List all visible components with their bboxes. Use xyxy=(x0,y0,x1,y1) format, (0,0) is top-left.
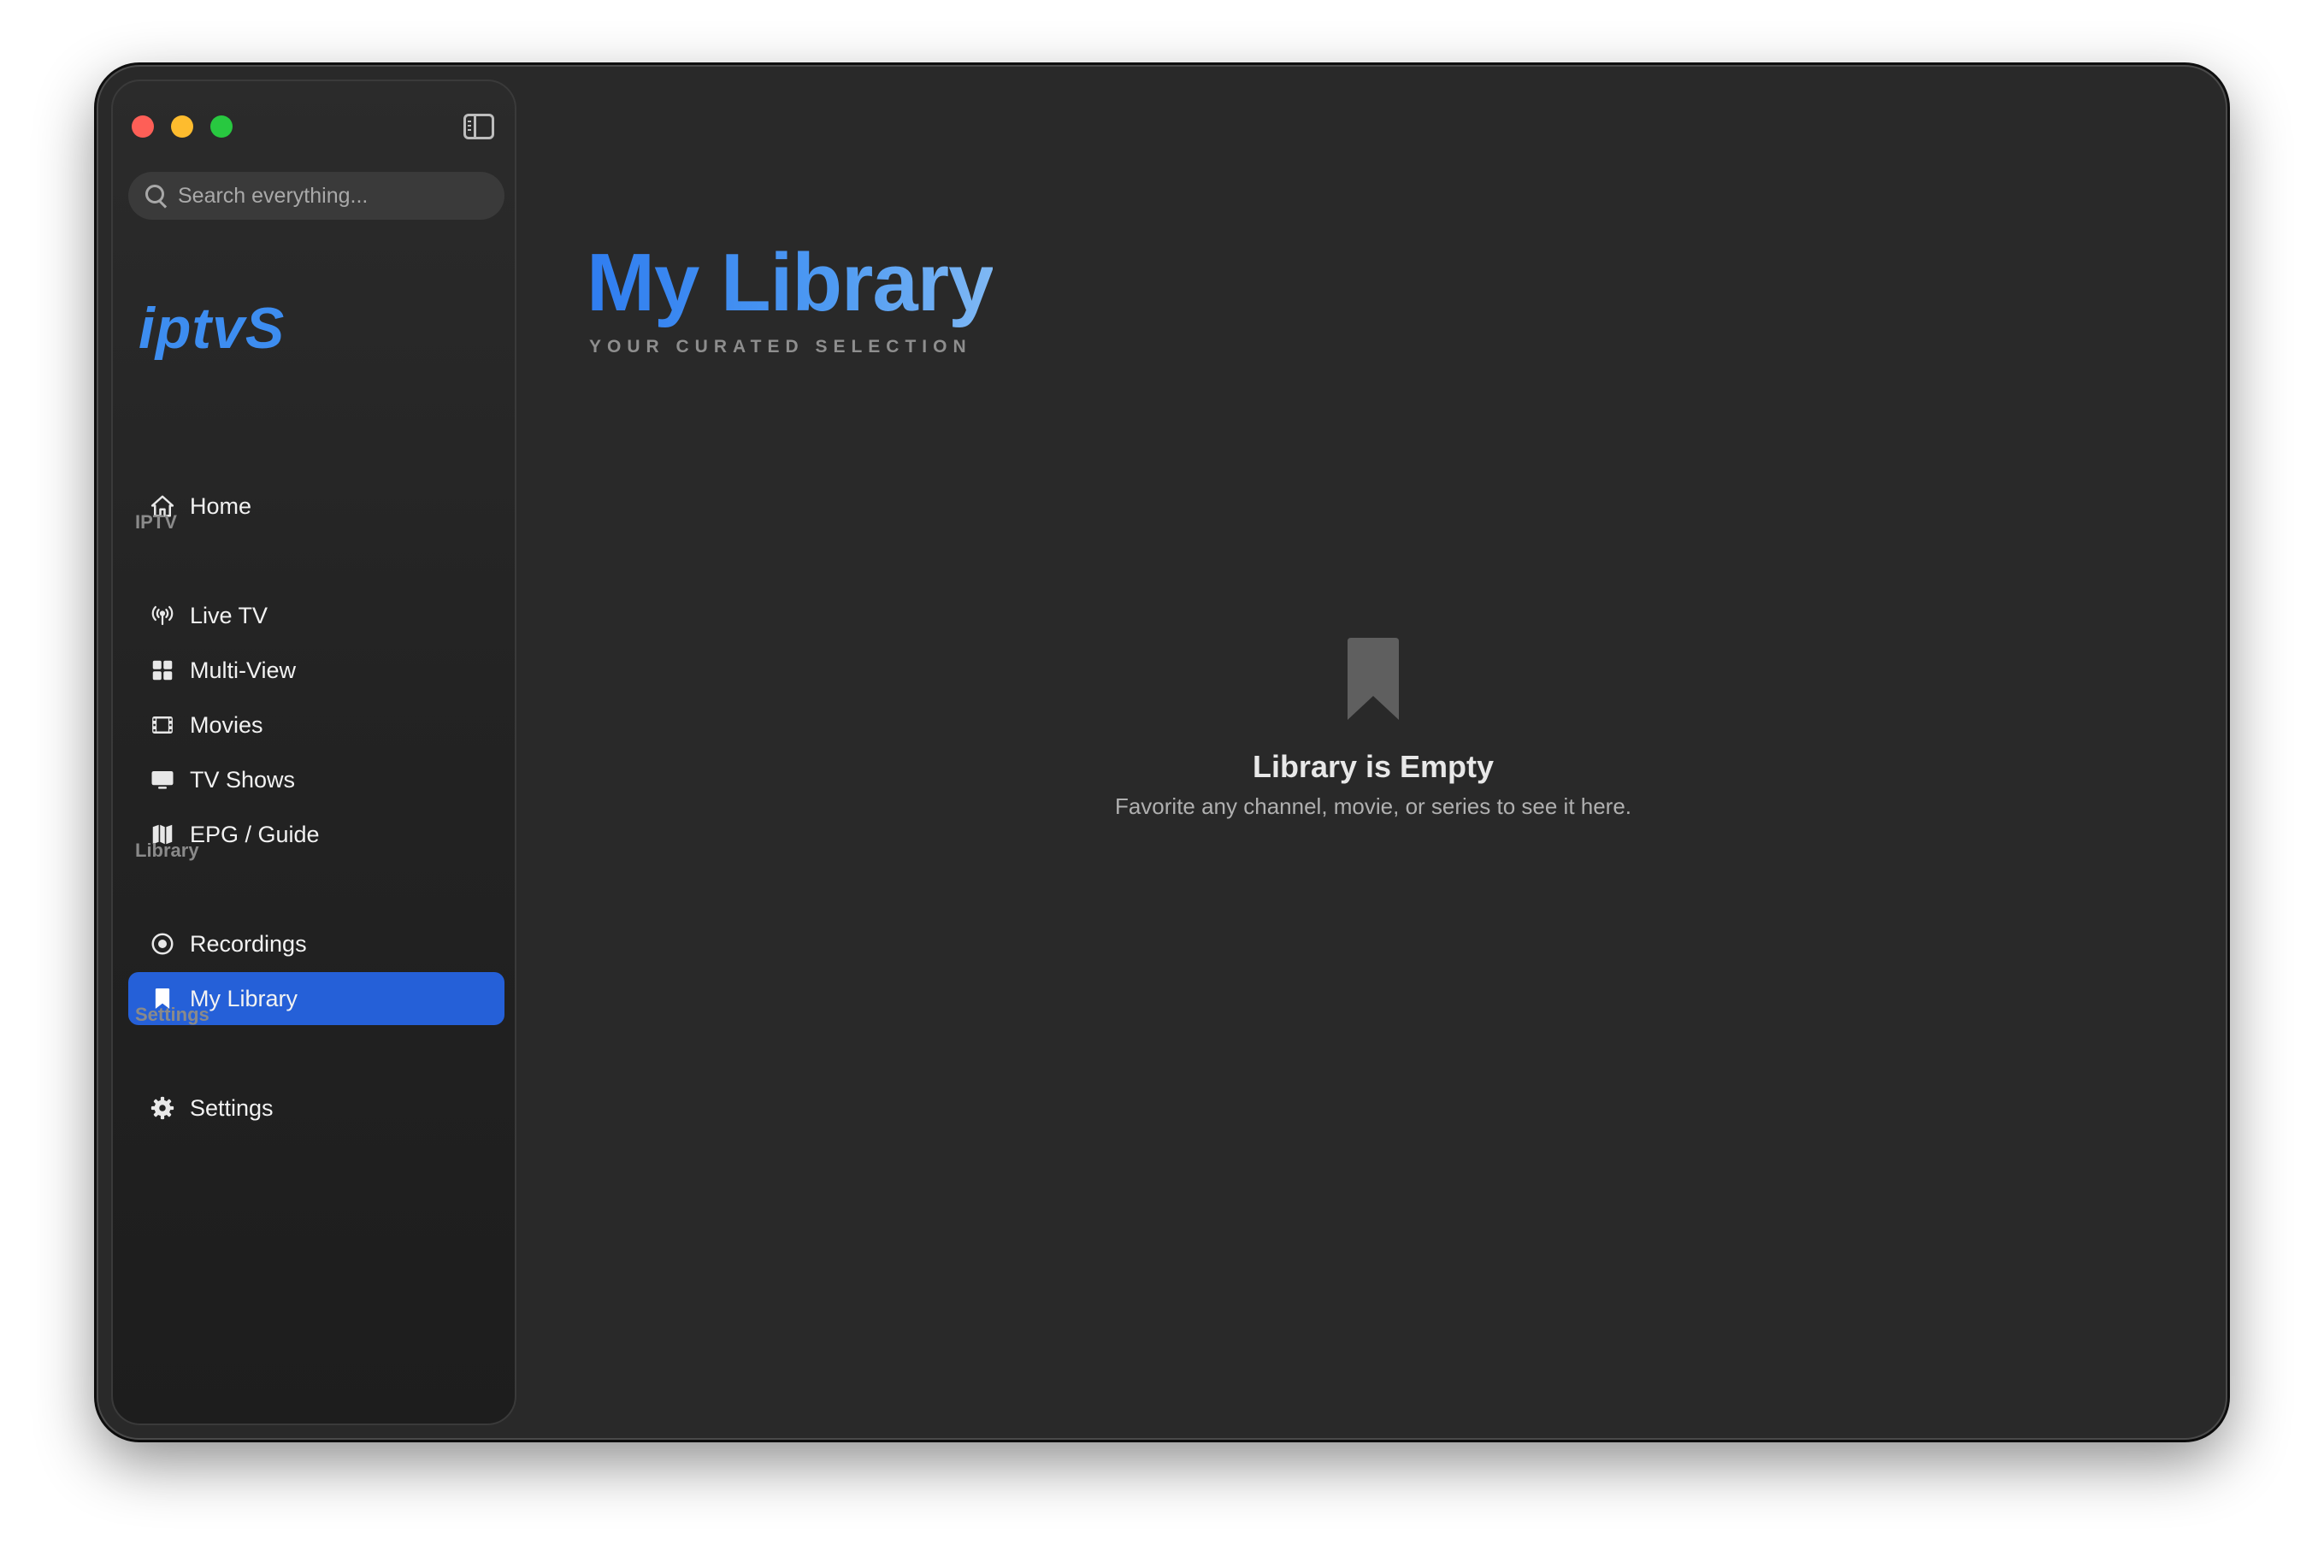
app-window: iptvS Home IPTV Live TV xyxy=(97,65,2227,1440)
sidebar-item-label: EPG / Guide xyxy=(190,821,320,847)
sidebar-item-label: Live TV xyxy=(190,602,268,628)
section-label-iptv: IPTV xyxy=(135,511,177,533)
zoom-window-button[interactable] xyxy=(210,115,233,138)
film-icon xyxy=(149,711,176,739)
sidebar-item-movies[interactable]: Movies xyxy=(128,699,504,752)
sidebar-item-label: TV Shows xyxy=(190,766,296,793)
sidebar-item-recordings[interactable]: Recordings xyxy=(128,917,504,970)
search-input[interactable] xyxy=(176,182,504,209)
record-icon xyxy=(149,930,176,958)
section-label-library: Library xyxy=(135,840,199,861)
bookmark-icon xyxy=(1346,638,1401,720)
gear-icon xyxy=(149,1094,176,1122)
sidebar-item-multi-view[interactable]: Multi-View xyxy=(128,644,504,697)
sidebar-item-home[interactable]: Home xyxy=(128,480,504,533)
sidebar-item-label: Multi-View xyxy=(190,657,297,683)
sidebar-item-tv-shows[interactable]: TV Shows xyxy=(128,753,504,806)
app-logo: iptvS xyxy=(139,296,286,361)
page-subtitle: YOUR CURATED SELECTION xyxy=(589,337,972,357)
sidebar-item-live-tv[interactable]: Live TV xyxy=(128,589,504,642)
search-bar[interactable] xyxy=(128,172,504,220)
sidebar-item-label: Recordings xyxy=(190,930,307,957)
empty-state-description: Favorite any channel, movie, or series t… xyxy=(1114,793,1632,819)
minimize-window-button[interactable] xyxy=(171,115,193,138)
sidebar-item-label: Settings xyxy=(190,1094,274,1121)
close-window-button[interactable] xyxy=(132,115,154,138)
section-label-settings: Settings xyxy=(135,1004,209,1025)
grid-icon xyxy=(149,657,176,684)
antenna-icon xyxy=(149,602,176,629)
page-title: My Library xyxy=(587,237,994,328)
sidebar-item-label: Home xyxy=(190,492,252,519)
sidebar-item-label: Movies xyxy=(190,711,263,738)
sidebar-item-settings[interactable]: Settings xyxy=(128,1082,504,1135)
sidebar: iptvS Home IPTV Live TV xyxy=(111,80,516,1425)
display-icon xyxy=(149,766,176,793)
search-icon xyxy=(145,185,168,207)
sidebar-toggle-icon[interactable] xyxy=(463,114,494,139)
empty-state-title: Library is Empty xyxy=(1252,749,1495,784)
